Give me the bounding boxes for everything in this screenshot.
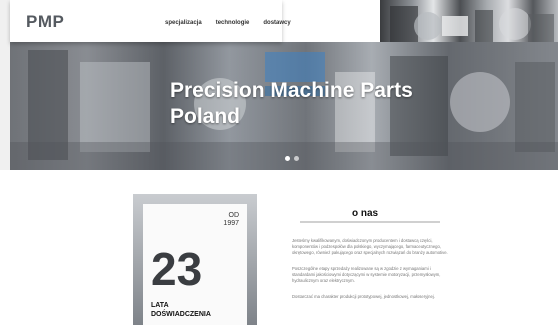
- since-label: OD 1997: [223, 212, 239, 228]
- nav-link-dostawcy[interactable]: dostawcy: [263, 20, 290, 26]
- hero-banner: Precision Machine Parts Poland: [10, 42, 558, 170]
- experience-badge: OD 1997 23 LATA DOŚWIADCZENIA: [133, 194, 257, 325]
- since-year: 1997: [223, 220, 239, 227]
- about-divider: [300, 221, 440, 223]
- main-nav: specjalizacja technologie dostawcy: [165, 20, 291, 26]
- site-logo[interactable]: PMP: [26, 12, 64, 32]
- nav-link-technologie[interactable]: technologie: [216, 20, 250, 26]
- about-paragraph-1: Jesteśmy kwalifikowanym, doświadczonym p…: [292, 238, 448, 255]
- header-bar: PMP specjalizacja technologie dostawcy: [10, 0, 291, 42]
- about-paragraph-3: Dostarczać ma charakter produkcji protot…: [292, 294, 435, 299]
- hero-title-line1: Precision Machine Parts: [170, 79, 413, 102]
- carousel-dots: [285, 156, 299, 161]
- od-label: OD: [228, 212, 240, 219]
- carousel-dot-2[interactable]: [294, 156, 299, 161]
- hero-title-line2: Poland: [170, 105, 241, 128]
- page: Precision Machine Parts Poland PMP specj…: [0, 0, 558, 325]
- about-paragraph-2: Poszczególne etapy sprzedaży realizowane…: [292, 266, 441, 283]
- about-section: [0, 170, 558, 325]
- years-label-line2: DOŚWIADCZENIA: [151, 311, 211, 318]
- about-heading: o nas: [352, 208, 379, 219]
- years-number: 23: [151, 243, 203, 295]
- nav-link-specjalizacja[interactable]: specjalizacja: [165, 20, 202, 26]
- years-label: LATA DOŚWIADCZENIA: [151, 301, 211, 319]
- experience-card: OD 1997 23 LATA DOŚWIADCZENIA: [143, 204, 247, 325]
- hero-title: Precision Machine Parts Poland: [170, 78, 413, 130]
- carousel-dot-1[interactable]: [285, 156, 290, 161]
- years-label-line1: LATA: [151, 302, 169, 309]
